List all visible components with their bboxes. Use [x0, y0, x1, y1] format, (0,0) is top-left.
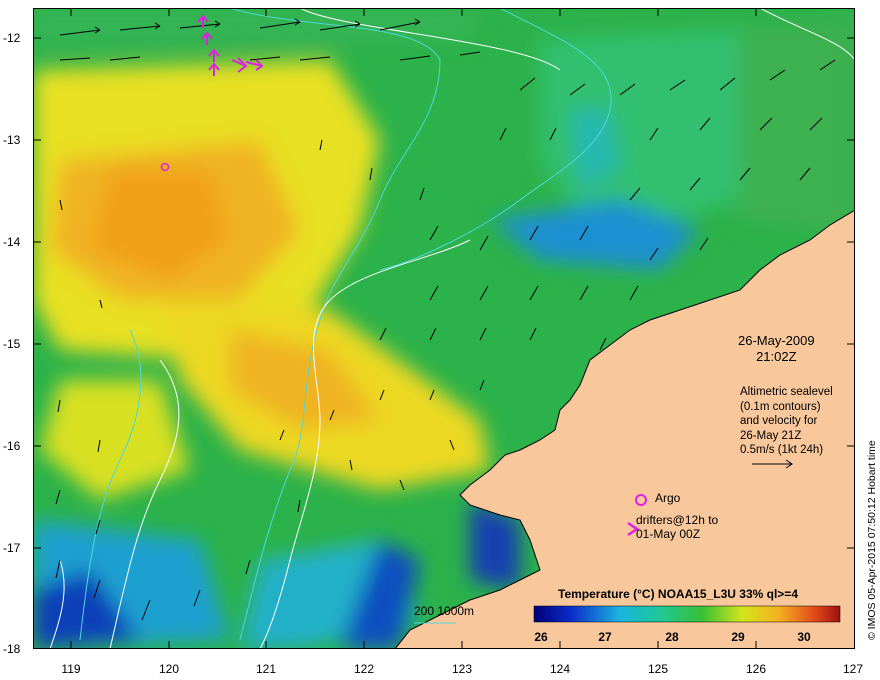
lon-tick: 119: [61, 662, 81, 676]
lat-tick: -12: [3, 31, 21, 45]
lon-tick: 126: [745, 662, 767, 676]
depth-contour-label: 200 1000m: [414, 604, 475, 618]
drifter-line: 01-May 00Z: [636, 527, 701, 541]
altimetry-line: and velocity for: [740, 415, 818, 427]
drifter-line: drifters@12h to: [636, 513, 719, 527]
lon-tick: 121: [255, 662, 277, 676]
credit-text: © IMOS 05-Apr-2015 07:50:12 Hobart time: [866, 440, 878, 640]
lat-tick: -15: [3, 337, 21, 351]
colorbar-tick: 27: [598, 630, 612, 644]
lon-tick: 120: [158, 662, 180, 676]
altimetry-line: Altimetric sealevel: [740, 386, 833, 398]
lat-tick: -16: [3, 439, 21, 453]
colorbar-title: Temperature (°C) NOAA15_L3U 33% ql>=4: [558, 587, 798, 601]
time-text: 21:02Z: [756, 349, 797, 364]
colorbar-tick: 30: [797, 630, 811, 644]
lat-tick: -13: [3, 133, 21, 147]
lat-tick: -17: [3, 541, 21, 555]
argo-label: Argo: [655, 491, 681, 505]
lon-tick: 125: [647, 662, 669, 676]
lat-tick: -18: [3, 642, 21, 656]
altimetry-line: 0.5m/s (1kt 24h): [740, 444, 824, 456]
date-time-label: 26-May-2009 21:02Z: [738, 333, 815, 365]
lon-tick: 127: [842, 662, 864, 676]
colorbar-tick: 29: [731, 630, 745, 644]
colorbar-tick: 26: [534, 630, 548, 644]
altimetry-line: (0.1m contours): [740, 400, 821, 413]
drifter-label: drifters@12h to 01-May 00Z: [636, 513, 718, 541]
altimetry-note: Altimetric sealevel (0.1m contours) and …: [740, 385, 833, 458]
lon-tick: 122: [353, 662, 375, 676]
lat-tick: -14: [3, 235, 21, 249]
date-text: 26-May-2009: [738, 333, 815, 348]
colorbar: [533, 605, 841, 623]
lon-tick: 124: [549, 662, 571, 676]
lon-tick: 123: [451, 662, 473, 676]
altimetry-line: 26-May 21Z: [740, 429, 802, 442]
colorbar-tick: 28: [665, 630, 679, 644]
sst-field: [33, 8, 855, 649]
